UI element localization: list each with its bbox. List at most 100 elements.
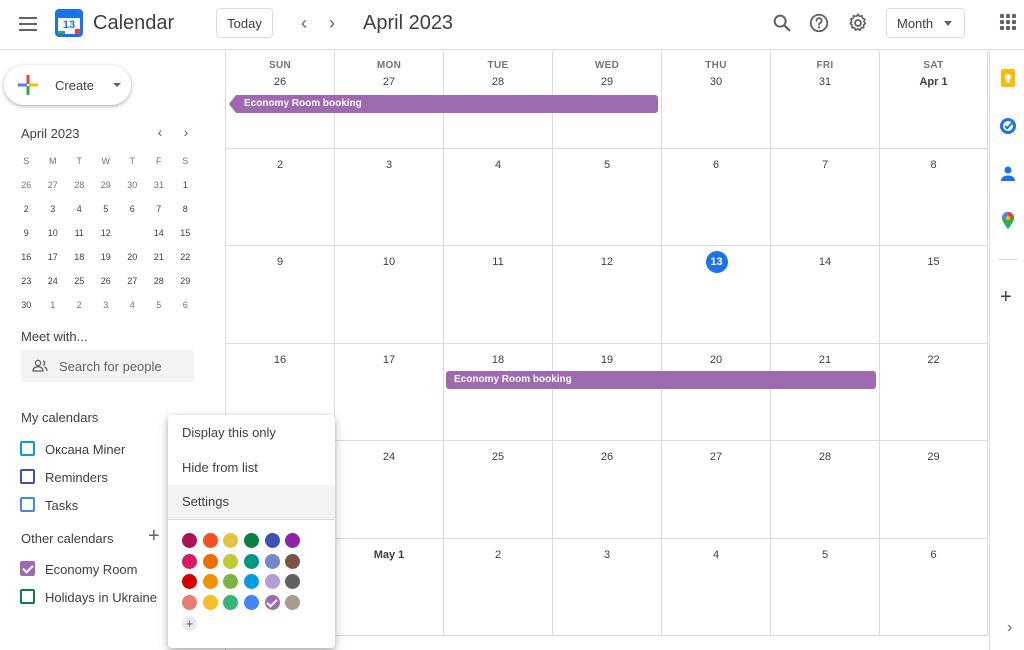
day-cell[interactable]: 7 xyxy=(771,148,880,246)
settings-gear-icon[interactable] xyxy=(847,12,869,34)
day-number[interactable]: 10 xyxy=(335,256,443,268)
calendar-logo-icon[interactable]: 13 xyxy=(55,9,83,37)
day-number[interactable]: 11 xyxy=(444,256,552,268)
day-cell[interactable]: 22 xyxy=(880,343,988,441)
mini-day[interactable]: 2 xyxy=(13,197,40,221)
day-number[interactable]: 9 xyxy=(226,256,334,268)
color-swatch[interactable] xyxy=(244,595,260,611)
day-number[interactable]: 14 xyxy=(771,256,879,268)
mini-day[interactable]: 1 xyxy=(172,173,199,197)
day-cell[interactable]: 2 xyxy=(444,538,553,636)
day-cell[interactable]: 5 xyxy=(553,148,662,246)
day-number[interactable]: 19 xyxy=(553,354,661,366)
maps-icon[interactable] xyxy=(998,211,1018,231)
mini-day[interactable]: 31 xyxy=(146,173,173,197)
day-number[interactable]: 29 xyxy=(880,451,987,463)
day-number[interactable]: 22 xyxy=(880,354,987,366)
day-cell[interactable]: 26 xyxy=(553,441,662,539)
color-swatch[interactable] xyxy=(285,553,301,569)
add-other-calendar-button[interactable]: + xyxy=(148,526,160,546)
color-swatch[interactable] xyxy=(285,574,301,590)
day-number[interactable]: Apr 1 xyxy=(880,76,987,88)
mini-calendar-prev-button[interactable]: ‹ xyxy=(152,124,168,140)
app-title[interactable]: Calendar xyxy=(93,12,174,35)
mini-day[interactable]: 2 xyxy=(66,293,93,317)
color-swatch[interactable] xyxy=(264,533,280,548)
today-button[interactable]: Today xyxy=(216,8,273,38)
day-number[interactable]: 2 xyxy=(226,159,334,171)
day-number[interactable]: 26 xyxy=(226,76,334,88)
day-number[interactable]: 6 xyxy=(662,159,770,171)
color-swatch[interactable] xyxy=(182,574,197,590)
contacts-icon[interactable] xyxy=(998,164,1018,184)
day-cell[interactable]: 18 xyxy=(444,343,553,441)
color-swatch[interactable] xyxy=(182,595,197,611)
day-cell[interactable]: 6 xyxy=(880,538,988,636)
mini-day[interactable]: 25 xyxy=(66,269,93,293)
day-cell[interactable]: 11 xyxy=(444,246,553,344)
color-swatch[interactable] xyxy=(182,553,197,569)
mini-day[interactable]: 7 xyxy=(146,197,173,221)
mini-day[interactable]: 9 xyxy=(13,221,40,245)
previous-month-button[interactable]: ‹ xyxy=(292,11,316,35)
mini-day[interactable]: 23 xyxy=(13,269,40,293)
event-chip[interactable]: Economy Room booking xyxy=(229,95,658,113)
main-menu-icon[interactable] xyxy=(16,13,40,37)
color-swatch[interactable] xyxy=(285,595,301,611)
day-number[interactable]: 28 xyxy=(444,76,552,88)
day-cell[interactable]: 15 xyxy=(880,246,988,344)
mini-day[interactable]: 21 xyxy=(146,245,173,269)
day-number[interactable]: 5 xyxy=(771,549,879,561)
day-number[interactable]: 6 xyxy=(880,549,987,561)
day-cell[interactable]: 17 xyxy=(335,343,444,441)
mini-day[interactable]: 18 xyxy=(66,245,93,269)
day-number[interactable]: 3 xyxy=(553,549,661,561)
add-custom-color-button[interactable]: + xyxy=(182,615,197,631)
day-cell[interactable]: 25 xyxy=(444,441,553,539)
day-cell[interactable]: 4 xyxy=(662,538,771,636)
day-cell[interactable]: 3 xyxy=(553,538,662,636)
day-number[interactable]: 18 xyxy=(444,354,552,366)
day-cell[interactable]: 12 xyxy=(553,246,662,344)
day-cell[interactable]: 21 xyxy=(771,343,880,441)
day-number[interactable]: 4 xyxy=(662,549,770,561)
day-cell[interactable]: 8 xyxy=(880,148,988,246)
menu-item-display-this-only[interactable]: Display this only xyxy=(168,416,335,450)
event-chip[interactable]: Economy Room booking xyxy=(446,370,876,389)
color-swatch[interactable] xyxy=(223,553,239,569)
color-swatch[interactable] xyxy=(264,553,280,569)
mini-day[interactable]: 29 xyxy=(172,269,199,293)
day-number[interactable]: 21 xyxy=(771,354,879,366)
color-swatch[interactable] xyxy=(244,553,260,569)
color-swatch[interactable] xyxy=(223,574,239,590)
mini-day[interactable]: 28 xyxy=(146,269,173,293)
day-cell[interactable]: 28 xyxy=(771,441,880,539)
mini-day[interactable]: 30 xyxy=(119,173,146,197)
menu-item-settings[interactable]: Settings xyxy=(168,485,335,519)
day-cell[interactable]: FRI 31 xyxy=(771,51,880,149)
mini-day[interactable]: 10 xyxy=(40,221,67,245)
day-cell[interactable]: 6 xyxy=(662,148,771,246)
mini-day[interactable]: 12 xyxy=(93,221,120,245)
day-number[interactable]: 2 xyxy=(444,549,552,561)
day-number[interactable]: 3 xyxy=(335,159,443,171)
day-cell[interactable]: May 1 xyxy=(335,538,444,636)
day-number[interactable]: 15 xyxy=(880,256,987,268)
day-cell[interactable]: 20 xyxy=(662,343,771,441)
google-apps-icon[interactable] xyxy=(1000,14,1016,30)
mini-day[interactable]: 15 xyxy=(172,221,199,245)
mini-day[interactable]: 24 xyxy=(40,269,67,293)
mini-day[interactable]: 26 xyxy=(13,173,40,197)
day-cell[interactable]: THU 30 xyxy=(662,51,771,149)
color-swatch[interactable] xyxy=(264,595,280,611)
mini-day[interactable]: 3 xyxy=(93,293,120,317)
color-swatch[interactable] xyxy=(202,574,218,590)
next-month-button[interactable]: › xyxy=(320,11,344,35)
calendar-checkbox[interactable] xyxy=(20,497,35,512)
mini-day[interactable]: 17 xyxy=(40,245,67,269)
color-swatch[interactable] xyxy=(202,553,218,569)
day-number[interactable]: 20 xyxy=(662,354,770,366)
color-swatch[interactable] xyxy=(182,533,197,548)
calendar-checkbox[interactable] xyxy=(20,469,35,484)
color-swatch[interactable] xyxy=(285,533,301,548)
